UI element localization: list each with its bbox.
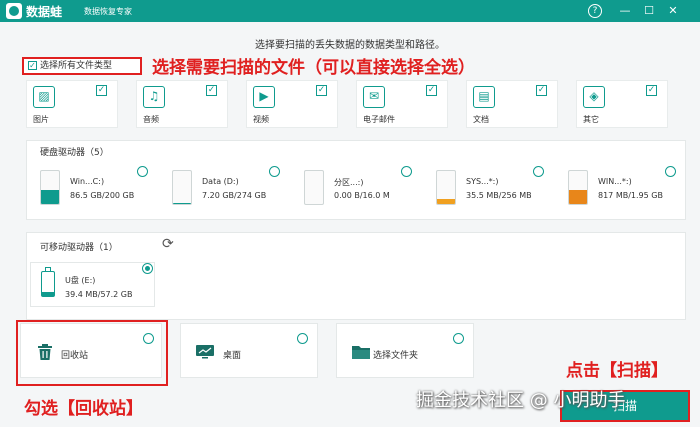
drive-name: U盘 (E:): [65, 276, 96, 285]
drive-name: Win...C:): [70, 177, 105, 186]
app-name: 数据蛙: [26, 5, 63, 19]
usb-drive-item[interactable]: U盘 (E:) 39.4 MB/57.2 GB: [30, 262, 155, 307]
select-all-label: 选择所有文件类型: [40, 61, 113, 71]
app-subtitle: 数据恢复专家: [84, 7, 132, 16]
image-icon: ▨: [33, 86, 55, 108]
drive-item[interactable]: 分区...:) 0.00 B/16.0 M: [294, 165, 419, 210]
removable-drives-title: 可移动驱动器（1）: [40, 243, 118, 253]
drive-usage-fill: [41, 189, 59, 204]
drive-size: 0.00 B/16.0 M: [334, 191, 390, 200]
file-type-label: 视频: [253, 115, 269, 124]
drive-radio[interactable]: [137, 166, 148, 177]
refresh-icon[interactable]: ⟳: [162, 236, 174, 252]
folder-icon: [352, 346, 370, 359]
recycle-highlight-box: [16, 320, 168, 386]
file-type-label: 图片: [33, 115, 49, 124]
select-all-checkbox[interactable]: ✓ 选择所有文件类型: [22, 57, 142, 75]
file-type-video[interactable]: ▶ ✓ 视频: [246, 80, 338, 128]
drive-size: 817 MB/1.95 GB: [598, 191, 663, 200]
drive-size: 86.5 GB/200 GB: [70, 191, 135, 200]
drive-name: WIN...*:): [598, 177, 632, 186]
location-desktop[interactable]: 桌面: [180, 323, 318, 378]
drive-radio[interactable]: [665, 166, 676, 177]
drive-icon: [568, 170, 588, 205]
mail-icon: ✉: [363, 86, 385, 108]
document-icon: ▤: [473, 86, 495, 108]
hard-drives-title: 硬盘驱动器（5）: [40, 148, 109, 158]
drive-icon: [436, 170, 456, 205]
annotation-recycle: 勾选【回收站】: [24, 399, 143, 419]
drive-usage-fill: [437, 199, 455, 204]
minimize-button[interactable]: —: [616, 2, 634, 20]
drive-item[interactable]: WIN...*:) 817 MB/1.95 GB: [558, 165, 683, 210]
file-type-label: 电子邮件: [363, 115, 395, 124]
location-radio[interactable]: [297, 333, 308, 344]
file-type-other[interactable]: ◈ ✓ 其它: [576, 80, 668, 128]
file-type-label: 文档: [473, 115, 489, 124]
checkbox-icon[interactable]: ✓: [646, 85, 657, 96]
location-radio[interactable]: [453, 333, 464, 344]
watermark-text: 掘金技术社区 @ 小明助手: [416, 390, 626, 411]
location-label: 选择文件夹: [373, 351, 419, 361]
music-icon: ♫: [143, 86, 165, 108]
drive-item[interactable]: Data (D:) 7.20 GB/274 GB: [162, 165, 287, 210]
checkbox-icon[interactable]: ✓: [206, 85, 217, 96]
drive-size: 39.4 MB/57.2 GB: [65, 290, 133, 299]
drive-item[interactable]: Win...C:) 86.5 GB/200 GB: [30, 165, 155, 210]
location-choose-folder[interactable]: 选择文件夹: [336, 323, 474, 378]
usb-drive-radio[interactable]: [142, 263, 153, 274]
drive-radio[interactable]: [401, 166, 412, 177]
drive-usage-fill: [173, 203, 191, 204]
drive-item[interactable]: SYS...*:) 35.5 MB/256 MB: [426, 165, 551, 210]
annotation-select-files: 选择需要扫描的文件（可以直接选择全选）: [152, 58, 475, 78]
file-type-images[interactable]: ▨ ✓ 图片: [26, 80, 118, 128]
drive-size: 35.5 MB/256 MB: [466, 191, 532, 200]
drive-usage-fill: [569, 190, 587, 204]
drive-size: 7.20 GB/274 GB: [202, 191, 267, 200]
help-icon[interactable]: ?: [588, 4, 602, 18]
title-bar: 数据蛙 数据恢复专家 ? — ☐ ✕: [0, 0, 700, 22]
drive-name: 分区...:): [334, 178, 364, 187]
restore-button[interactable]: ☐: [640, 2, 658, 20]
drive-radio[interactable]: [269, 166, 280, 177]
drive-name: Data (D:): [202, 177, 239, 186]
drive-icon: [304, 170, 324, 205]
video-icon: ▶: [253, 86, 275, 108]
close-button[interactable]: ✕: [664, 2, 682, 20]
file-type-documents[interactable]: ▤ ✓ 文档: [466, 80, 558, 128]
checkbox-icon[interactable]: ✓: [426, 85, 437, 96]
file-type-audio[interactable]: ♫ ✓ 音频: [136, 80, 228, 128]
instruction-text: 选择要扫描的丢失数据的数据类型和路径。: [255, 40, 445, 51]
file-type-label: 音频: [143, 115, 159, 124]
checkbox-icon[interactable]: ✓: [316, 85, 327, 96]
location-label: 桌面: [223, 351, 242, 361]
checkbox-icon: ✓: [28, 61, 37, 70]
drive-icon: [40, 170, 60, 205]
drive-name: SYS...*:): [466, 177, 499, 186]
checkbox-icon[interactable]: ✓: [96, 85, 107, 96]
checkbox-icon[interactable]: ✓: [536, 85, 547, 96]
annotation-scan: 点击【扫描】: [566, 361, 668, 381]
desktop-icon: [196, 345, 214, 359]
usb-icon: [41, 267, 55, 297]
file-type-label: 其它: [583, 115, 599, 124]
drive-icon: [172, 170, 192, 205]
app-logo-icon: [6, 3, 22, 19]
other-icon: ◈: [583, 86, 605, 108]
drive-radio[interactable]: [533, 166, 544, 177]
file-type-email[interactable]: ✉ ✓ 电子邮件: [356, 80, 448, 128]
